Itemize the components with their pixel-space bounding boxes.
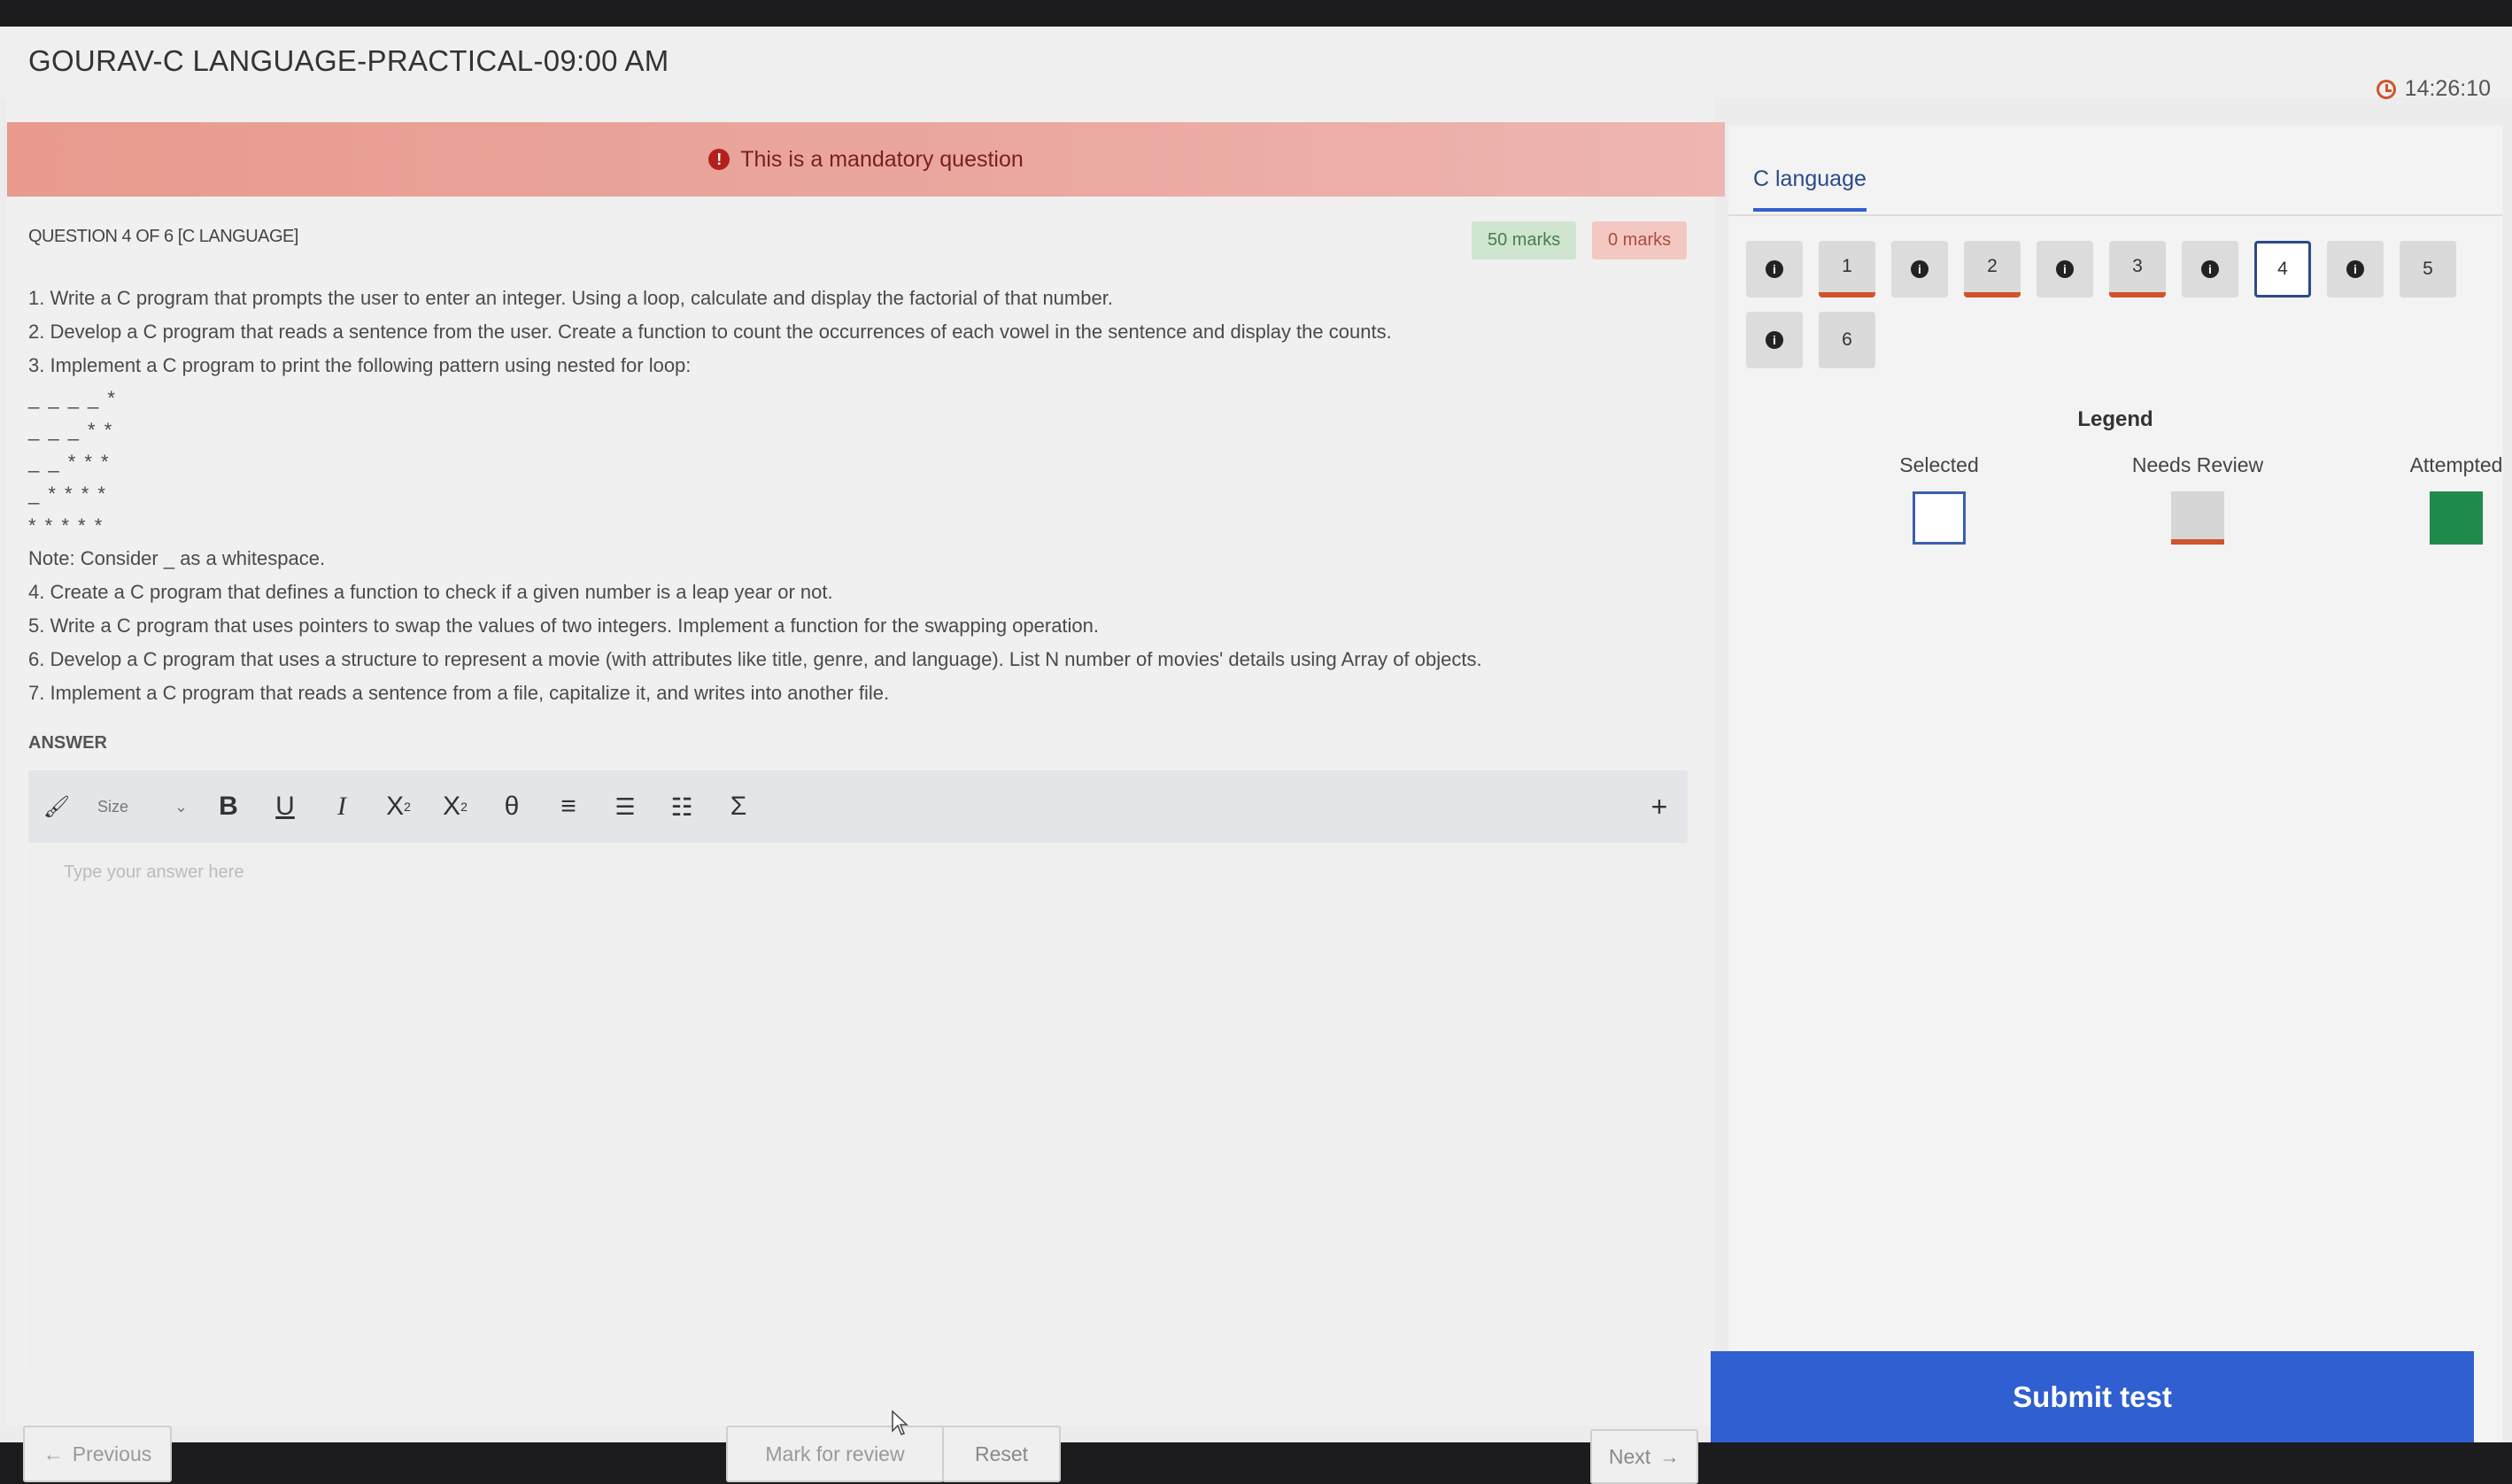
- pattern-row: * * * * *: [28, 514, 104, 537]
- paint-format-icon[interactable]: 🖌: [28, 770, 85, 843]
- question-number: 4: [2277, 259, 2288, 279]
- question-button-4[interactable]: 4: [2254, 241, 2311, 298]
- alert-icon: !: [708, 149, 730, 170]
- legend-needs-review-swatch: [2171, 491, 2224, 545]
- previous-button[interactable]: ← Previous: [23, 1426, 172, 1482]
- legend-attempted-label: Attempted: [2409, 453, 2503, 476]
- superscript-icon[interactable]: X2: [427, 770, 483, 843]
- submit-test-button[interactable]: Submit test: [1711, 1351, 2474, 1442]
- question-number: 6: [1842, 329, 1852, 350]
- next-button[interactable]: Next →: [1590, 1429, 1698, 1484]
- question-info-button[interactable]: i: [2327, 241, 2384, 298]
- legend-needs-review-label: Needs Review: [2131, 453, 2264, 476]
- timer: 14:26:10: [2376, 76, 2491, 102]
- question-palette: i 1 i 2 i 3 i 4 i 5 i 6: [1746, 241, 2490, 368]
- pattern-block: _ _ _ _ * _ _ _ * * _ _ * * * _ * * * * …: [28, 383, 1711, 542]
- question-number: 1: [1842, 256, 1852, 276]
- arrow-left-icon: ←: [43, 1441, 64, 1465]
- info-icon: i: [1911, 260, 1928, 278]
- font-size-select[interactable]: Size ⌄: [85, 770, 200, 843]
- question-number: 2: [1987, 256, 1998, 276]
- answer-label: ANSWER: [28, 733, 107, 753]
- info-icon: i: [2201, 260, 2219, 278]
- bold-icon[interactable]: B: [200, 770, 257, 843]
- previous-label: Previous: [72, 1441, 152, 1465]
- mandatory-banner: ! This is a mandatory question: [7, 122, 1725, 197]
- subscript-icon[interactable]: X2: [370, 770, 427, 843]
- chevron-down-icon: ⌄: [174, 797, 188, 815]
- info-icon: i: [1766, 331, 1783, 349]
- exam-screen: GOURAV-C LANGUAGE-PRACTICAL-09:00 AM 14:…: [0, 27, 2512, 1484]
- legend-attempted: Attempted: [2368, 453, 2512, 545]
- legend-selected-swatch: [1913, 491, 1966, 545]
- plus-icon[interactable]: +: [1631, 770, 1688, 843]
- legend-selected-label: Selected: [1899, 453, 1979, 476]
- underline-icon[interactable]: U: [257, 770, 313, 843]
- timer-value: 14:26:10: [2404, 76, 2491, 101]
- pattern-row: _ _ _ _ *: [28, 387, 117, 409]
- positive-marks-badge: 50 marks: [1472, 221, 1577, 259]
- info-icon: i: [1766, 260, 1783, 278]
- question-button-2[interactable]: 2: [1964, 241, 2021, 298]
- question-panel: ! This is a mandatory question QUESTION …: [7, 97, 1725, 1484]
- question-info-button[interactable]: i: [1891, 241, 1948, 298]
- align-icon[interactable]: ≡: [540, 770, 597, 843]
- submit-test-label: Submit test: [2013, 1380, 2172, 1413]
- question-line: 1. Write a C program that prompts the us…: [28, 287, 1113, 309]
- question-meta: QUESTION 4 OF 6 [C LANGUAGE]: [28, 227, 298, 246]
- question-info-button[interactable]: i: [2182, 241, 2238, 298]
- legend-needs-review: Needs Review: [2109, 453, 2286, 545]
- question-button-1[interactable]: 1: [1819, 241, 1875, 298]
- question-palette-panel: C language i 1 i 2 i 3 i 4 i 5 i 6 Legen…: [1728, 126, 2502, 1442]
- question-info-button[interactable]: i: [1746, 241, 1803, 298]
- arrow-right-icon: →: [1659, 1444, 1681, 1468]
- legend-title: Legend: [2077, 407, 2153, 431]
- question-line: 6. Develop a C program that uses a struc…: [28, 648, 1482, 670]
- question-info-button[interactable]: i: [2037, 241, 2093, 298]
- italic-icon[interactable]: I: [313, 770, 370, 843]
- pattern-row: _ _ _ * *: [28, 419, 114, 441]
- reset-label: Reset: [974, 1441, 1029, 1465]
- question-line: 4. Create a C program that defines a fun…: [28, 581, 833, 603]
- question-line: 7. Implement a C program that reads a se…: [28, 682, 890, 704]
- answer-editor[interactable]: Type your answer here: [28, 843, 1688, 1374]
- question-button-3[interactable]: 3: [2109, 241, 2166, 298]
- question-line: 3. Implement a C program to print the fo…: [28, 354, 692, 376]
- pattern-row: _ * * * *: [28, 483, 107, 505]
- pattern-row: _ _ * * *: [28, 451, 111, 473]
- font-size-label: Size: [97, 797, 129, 815]
- section-tab-c-language[interactable]: C language: [1753, 166, 1867, 212]
- editor-toolbar: 🖌 Size ⌄ B U I X2 X2 θ ≡ ☰ ☷ Σ +: [28, 770, 1688, 843]
- question-number: 3: [2132, 256, 2143, 276]
- ordered-list-icon[interactable]: ☰: [597, 770, 653, 843]
- question-button-5[interactable]: 5: [2400, 241, 2456, 298]
- clock-icon: [2376, 79, 2396, 99]
- table-icon[interactable]: ☷: [653, 770, 710, 843]
- test-title: GOURAV-C LANGUAGE-PRACTICAL-09:00 AM: [28, 44, 669, 77]
- negative-marks-badge: 0 marks: [1592, 221, 1688, 259]
- info-icon: i: [2056, 260, 2074, 278]
- tab-divider: [1728, 214, 2502, 216]
- question-info-button[interactable]: i: [1746, 312, 1803, 368]
- legend-attempted-swatch: [2430, 491, 2483, 545]
- reset-button[interactable]: Reset: [942, 1426, 1061, 1482]
- legend-selected: Selected: [1851, 453, 2028, 545]
- info-icon: i: [2346, 260, 2364, 278]
- question-note: Note: Consider _ as a whitespace.: [28, 547, 326, 569]
- sigma-icon[interactable]: Σ: [710, 770, 767, 843]
- question-button-6[interactable]: 6: [1819, 312, 1875, 368]
- mandatory-text: This is a mandatory question: [740, 146, 1024, 172]
- question-text: 1. Write a C program that prompts the us…: [28, 282, 1711, 710]
- mark-for-review-label: Mark for review: [765, 1441, 905, 1465]
- editor-placeholder: Type your answer here: [64, 862, 244, 882]
- theta-icon[interactable]: θ: [483, 770, 540, 843]
- question-line: 5. Write a C program that uses pointers …: [28, 614, 1100, 637]
- question-number: 5: [2423, 259, 2433, 279]
- mouse-cursor-icon: [892, 1410, 908, 1435]
- mark-for-review-button[interactable]: Mark for review: [726, 1426, 944, 1482]
- question-line: 2. Develop a C program that reads a sent…: [28, 321, 1392, 343]
- next-label: Next: [1608, 1444, 1651, 1468]
- app-header: GOURAV-C LANGUAGE-PRACTICAL-09:00 AM 14:…: [0, 27, 2512, 101]
